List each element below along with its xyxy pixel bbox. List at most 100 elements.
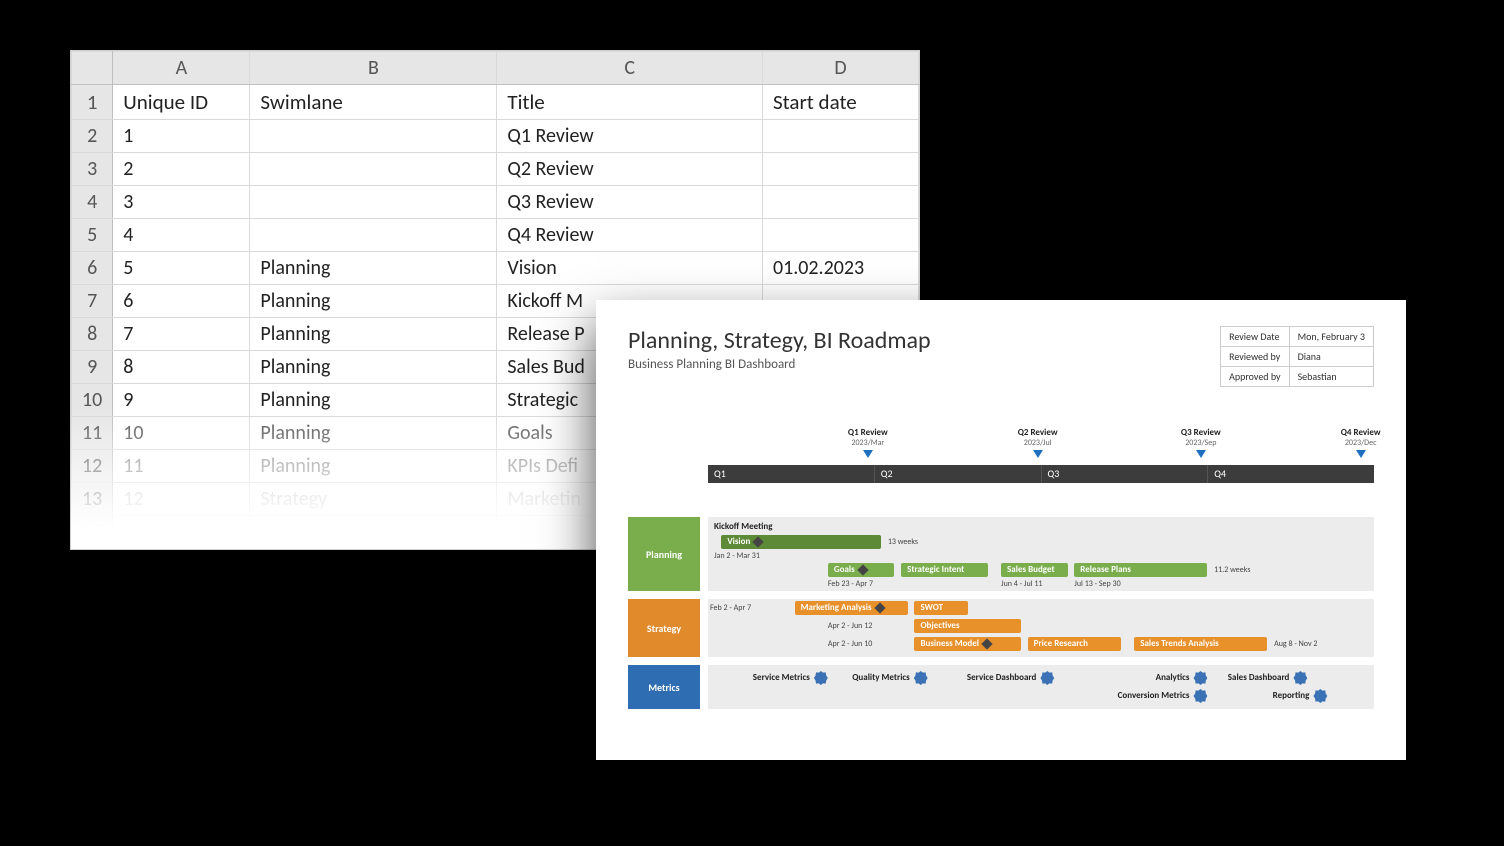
- milestone[interactable]: Q1 Review2023/Mar: [828, 427, 908, 458]
- row-header[interactable]: 13: [72, 483, 113, 516]
- milestone-label: Q3 Review: [1161, 427, 1241, 438]
- quarter-q1: Q1: [708, 465, 875, 483]
- col-header-d[interactable]: D: [762, 52, 918, 85]
- cell-unique-id[interactable]: 9: [113, 384, 250, 417]
- lane-metrics: Metrics Service MetricsQuality MetricsSe…: [628, 665, 1374, 709]
- bar-marketing[interactable]: Marketing Analysis: [795, 601, 908, 615]
- cell-start[interactable]: [762, 153, 918, 186]
- cell-swimlane[interactable]: Planning: [250, 252, 497, 285]
- cell-unique-id[interactable]: 3: [113, 186, 250, 219]
- metric-chip[interactable]: Sales Dashboard: [1228, 671, 1308, 685]
- row-header[interactable]: 10: [72, 384, 113, 417]
- cell-unique-id[interactable]: 13: [113, 516, 250, 549]
- cell-unique-id[interactable]: 1: [113, 120, 250, 153]
- row-header[interactable]: 6: [72, 252, 113, 285]
- cell-unique-id[interactable]: 8: [113, 351, 250, 384]
- cell-title[interactable]: Q3 Review: [497, 186, 763, 219]
- metric-chip[interactable]: Conversion Metrics: [1118, 689, 1208, 703]
- cell-swimlane[interactable]: Planning: [250, 450, 497, 483]
- row-header[interactable]: 8: [72, 318, 113, 351]
- cell-start[interactable]: [762, 120, 918, 153]
- cell-swimlane[interactable]: Planning: [250, 285, 497, 318]
- cell-swimlane[interactable]: [250, 153, 497, 186]
- cell-unique-id[interactable]: 4: [113, 219, 250, 252]
- meta-table: Review DateMon, February 3 Reviewed byDi…: [1220, 326, 1374, 387]
- metric-chip[interactable]: Quality Metrics: [852, 671, 928, 685]
- range-aug-nov: Aug 8 - Nov 2: [1274, 639, 1317, 649]
- cell-start[interactable]: [762, 219, 918, 252]
- cell-unique-id[interactable]: 2: [113, 153, 250, 186]
- metric-label: Conversion Metrics: [1118, 690, 1190, 701]
- cell-swimlane[interactable]: Planning: [250, 384, 497, 417]
- row-header[interactable]: 9: [72, 351, 113, 384]
- hdr-unique-id[interactable]: Unique ID: [113, 85, 250, 120]
- cell-title[interactable]: Q2 Review: [497, 153, 763, 186]
- row-header[interactable]: 4: [72, 186, 113, 219]
- milestone[interactable]: Q4 Review2023/Dec: [1321, 427, 1401, 458]
- pin-icon: [863, 450, 873, 458]
- bar-vision[interactable]: Vision: [721, 535, 881, 549]
- row-header[interactable]: 14: [72, 516, 113, 549]
- row-header[interactable]: 2: [72, 120, 113, 153]
- cell-swimlane[interactable]: [250, 219, 497, 252]
- select-all-corner[interactable]: [72, 52, 113, 85]
- col-header-a[interactable]: A: [113, 52, 250, 85]
- cell-swimlane[interactable]: Planning: [250, 351, 497, 384]
- bar-sales-budget[interactable]: Sales Budget: [1001, 563, 1068, 577]
- cell-title[interactable]: Q1 Review: [497, 120, 763, 153]
- cell-unique-id[interactable]: 5: [113, 252, 250, 285]
- cell-swimlane[interactable]: [250, 186, 497, 219]
- hdr-swimlane[interactable]: Swimlane: [250, 85, 497, 120]
- cell-swimlane[interactable]: Strategy: [250, 483, 497, 516]
- hdr-start[interactable]: Start date: [762, 85, 918, 120]
- quarter-bar: Q1 Q2 Q3 Q4: [708, 465, 1374, 483]
- cell-title[interactable]: Vision: [497, 252, 763, 285]
- bar-business-model[interactable]: Business Model: [914, 637, 1021, 651]
- row-header[interactable]: 1: [72, 85, 113, 120]
- cell-swimlane[interactable]: Strategy: [250, 516, 497, 549]
- row-header[interactable]: 3: [72, 153, 113, 186]
- table-row: 21 Q1 Review: [72, 120, 919, 153]
- cell-unique-id[interactable]: 11: [113, 450, 250, 483]
- roadmap-subtitle: Business Planning BI Dashboard: [628, 357, 931, 372]
- range-feb-apr7: Feb 2 - Apr 7: [710, 603, 751, 613]
- metric-chip[interactable]: Service Metrics: [753, 671, 828, 685]
- bar-goals[interactable]: Goals: [828, 563, 895, 577]
- cell-unique-id[interactable]: 6: [113, 285, 250, 318]
- milestone-label: Q4 Review: [1321, 427, 1401, 438]
- pin-icon: [1356, 450, 1366, 458]
- cell-swimlane[interactable]: Planning: [250, 417, 497, 450]
- milestone[interactable]: Q2 Review2023/Jul: [998, 427, 1078, 458]
- cell-start[interactable]: 01.02.2023: [762, 252, 918, 285]
- milestone[interactable]: Q3 Review2023/Sep: [1161, 427, 1241, 458]
- row-header[interactable]: 7: [72, 285, 113, 318]
- milestone-date: 2023/Mar: [828, 438, 908, 448]
- cell-unique-id[interactable]: 12: [113, 483, 250, 516]
- row-header[interactable]: 12: [72, 450, 113, 483]
- col-header-c[interactable]: C: [497, 52, 763, 85]
- cell-unique-id[interactable]: 10: [113, 417, 250, 450]
- bar-intent[interactable]: Strategic Intent: [901, 563, 988, 577]
- row-header[interactable]: 5: [72, 219, 113, 252]
- cell-unique-id[interactable]: 7: [113, 318, 250, 351]
- cell-title[interactable]: Q4 Review: [497, 219, 763, 252]
- metric-chip[interactable]: Service Dashboard: [967, 671, 1054, 685]
- metric-label: Quality Metrics: [852, 672, 910, 683]
- bar-objectives[interactable]: Objectives: [914, 619, 1021, 633]
- row-header[interactable]: 11: [72, 417, 113, 450]
- range-feb-apr: Feb 23 - Apr 7: [828, 579, 873, 589]
- milestone-label: Q2 Review: [998, 427, 1078, 438]
- table-row: 32 Q2 Review: [72, 153, 919, 186]
- cell-swimlane[interactable]: [250, 120, 497, 153]
- metric-chip[interactable]: Analytics: [1156, 671, 1208, 685]
- bar-price[interactable]: Price Research: [1028, 637, 1121, 651]
- bar-swot[interactable]: SWOT: [914, 601, 967, 615]
- cell-swimlane[interactable]: Planning: [250, 318, 497, 351]
- burst-icon: [1040, 671, 1054, 685]
- bar-trends[interactable]: Sales Trends Analysis: [1134, 637, 1267, 651]
- bar-release[interactable]: Release Plans: [1074, 563, 1207, 577]
- metric-chip[interactable]: Reporting: [1273, 689, 1328, 703]
- hdr-title[interactable]: Title: [497, 85, 763, 120]
- cell-start[interactable]: [762, 186, 918, 219]
- col-header-b[interactable]: B: [250, 52, 497, 85]
